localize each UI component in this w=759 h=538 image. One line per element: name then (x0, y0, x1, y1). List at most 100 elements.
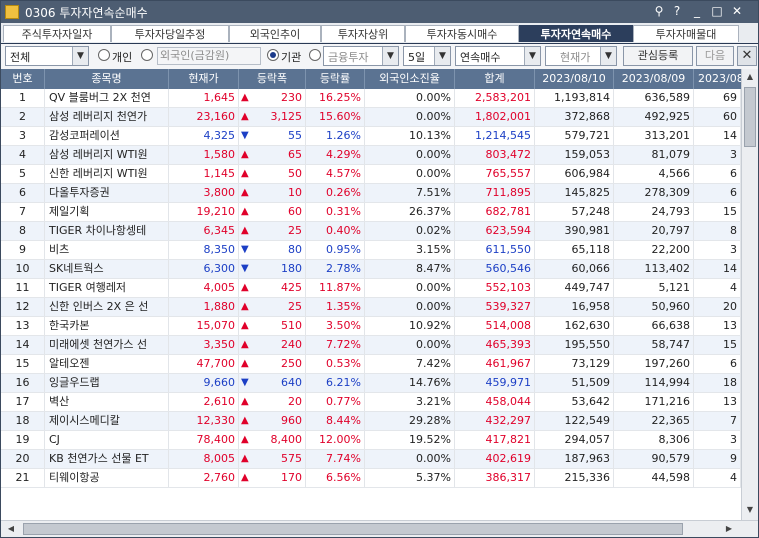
scroll-left-icon[interactable]: ◀ (3, 521, 19, 537)
table-row[interactable]: 1 QV 블룸버그 2X 천연 1,645 230 16.25% 0.00% 2,583,2… (1, 89, 741, 108)
cell-name[interactable]: 신한 인버스 2X 은 선 (45, 298, 169, 316)
radio-institution[interactable] (267, 49, 279, 61)
scroll-up-icon[interactable]: ▲ (742, 69, 758, 85)
table-row[interactable]: 14 미래에셋 천연가스 선 3,350 240 7.72% 0.00% 465,393 19… (1, 336, 741, 355)
table-row[interactable]: 6 다올투자증권 3,800 10 0.26% 7.51% 711,895 145,825 27… (1, 184, 741, 203)
table-row[interactable]: 10 SK네트웍스 6,300 180 2.78% 8.47% 560,546 60,066 1… (1, 260, 741, 279)
cell-name[interactable]: 다올투자증권 (45, 184, 169, 202)
vertical-scrollbar[interactable]: ▲ ▼ (741, 69, 758, 520)
tab-foreign-trend[interactable]: 외국인추이 (229, 25, 321, 42)
scroll-right-icon[interactable]: ▶ (721, 521, 737, 537)
col-header-price[interactable]: 현재가 (169, 69, 239, 89)
radio-institution-type[interactable] (309, 49, 321, 61)
cell-name[interactable]: 제일기획 (45, 203, 169, 221)
cell-name[interactable]: 벽산 (45, 393, 169, 411)
col-header-date-1[interactable]: 2023/08/10 (535, 69, 614, 89)
cell-name[interactable]: 미래에셋 천연가스 선 (45, 336, 169, 354)
col-header-date-2[interactable]: 2023/08/09 (614, 69, 694, 89)
cell-name[interactable]: 신한 레버리지 WTI원 (45, 165, 169, 183)
table-row[interactable]: 19 CJ 78,400 8,400 12.00% 19.52% 417,821 294,05… (1, 431, 741, 450)
cell-name[interactable]: KB 천연가스 선물 ET (45, 450, 169, 468)
table-row[interactable]: 8 TIGER 차이나항셍테 6,345 25 0.40% 0.02% 623,594 390… (1, 222, 741, 241)
cell-no: 17 (1, 393, 45, 411)
horizontal-scrollbar[interactable]: ◀ ▶ (1, 520, 758, 537)
tab-investor-simultaneous-buy[interactable]: 투자자동시매수 (405, 25, 519, 42)
watchlist-add-button[interactable]: 관심등록 (623, 46, 693, 66)
table-row[interactable]: 5 신한 레버리지 WTI원 1,145 50 4.57% 0.00% 765,557 606… (1, 165, 741, 184)
radio-foreign[interactable] (141, 49, 153, 61)
cell-name[interactable]: 한국카본 (45, 317, 169, 335)
col-header-rate[interactable]: 등락률 (306, 69, 365, 89)
close-icon[interactable]: ✕ (729, 3, 745, 20)
cell-name[interactable]: CJ (45, 431, 169, 449)
table-row[interactable]: 9 비츠 8,350 80 0.95% 3.15% 611,550 65,118 22,200 3… (1, 241, 741, 260)
table-row[interactable]: 18 제이시스메디칼 12,330 960 8.44% 29.28% 432,297 122,… (1, 412, 741, 431)
chevron-down-icon[interactable]: ▼ (382, 47, 398, 65)
scroll-down-icon[interactable]: ▼ (742, 502, 758, 518)
cell-name[interactable]: 삼성 레버리지 WTI원 (45, 146, 169, 164)
institution-type-select[interactable]: 금융투자 ▼ (323, 46, 399, 66)
col-header-total[interactable]: 합계 (455, 69, 535, 89)
sort-select[interactable]: 현재가 ▼ (545, 46, 617, 66)
cell-name[interactable]: 알테오젠 (45, 355, 169, 373)
cell-name[interactable]: 감성코퍼레이션 (45, 127, 169, 145)
radio-individual[interactable] (98, 49, 110, 61)
table-row[interactable]: 15 알테오젠 47,700 250 0.53% 7.42% 461,967 73,129 19… (1, 355, 741, 374)
tab-stock-investor-daily[interactable]: 주식투자자일자 (3, 25, 111, 42)
next-button[interactable]: 다음 (696, 46, 734, 66)
tab-investor-top[interactable]: 투자자상위 (321, 25, 405, 42)
table-row[interactable]: 11 TIGER 여행레저 4,005 425 11.87% 0.00% 552,103 44… (1, 279, 741, 298)
period-select[interactable]: 5일 ▼ (403, 46, 451, 66)
table-row[interactable]: 20 KB 천연가스 선물 ET 8,005 575 7.74% 0.00% 402,619… (1, 450, 741, 469)
up-arrow-icon: ▲ (241, 339, 249, 350)
cell-no: 12 (1, 298, 45, 316)
table-row[interactable]: 16 잉글우드랩 9,660 640 6.21% 14.76% 459,971 51,509 1… (1, 374, 741, 393)
col-header-no[interactable]: 번호 (1, 69, 45, 89)
cell-total: 461,967 (455, 355, 535, 373)
pin-icon[interactable]: ⚲ (651, 3, 667, 20)
col-header-change[interactable]: 등락폭 (239, 69, 306, 89)
minimize-icon[interactable]: _ (689, 3, 705, 20)
help-icon[interactable]: ? (669, 3, 685, 20)
cell-name[interactable]: TIGER 차이나항셍테 (45, 222, 169, 240)
col-header-date-3[interactable]: 2023/08 (694, 69, 741, 89)
table-row[interactable]: 2 삼성 레버리지 천연가 23,160 3,125 15.60% 0.00% 1,802,… (1, 108, 741, 127)
tab-investor-volume-profile[interactable]: 투자자매물대 (633, 25, 739, 42)
cell-d1: 145,825 (535, 184, 614, 202)
tab-investor-today-estimate[interactable]: 투자자당일추정 (111, 25, 229, 42)
cell-d1: 390,981 (535, 222, 614, 240)
cell-foreign: 14.76% (365, 374, 455, 392)
cell-name[interactable]: 비츠 (45, 241, 169, 259)
chevron-down-icon[interactable]: ▼ (524, 47, 540, 65)
chevron-down-icon[interactable]: ▼ (434, 47, 450, 65)
cell-name[interactable]: 삼성 레버리지 천연가 (45, 108, 169, 126)
mode-select[interactable]: 연속매수 ▼ (455, 46, 541, 66)
close-panel-icon[interactable]: ✕ (737, 46, 757, 66)
app-icon (5, 5, 19, 19)
col-header-foreign-ratio[interactable]: 외국인소진율 (365, 69, 455, 89)
restore-icon[interactable]: □ (709, 3, 725, 20)
tab-investor-consecutive-buy[interactable]: 투자자연속매수 (519, 25, 633, 42)
cell-name[interactable]: 제이시스메디칼 (45, 412, 169, 430)
chevron-down-icon[interactable]: ▼ (72, 47, 88, 65)
table-row[interactable]: 4 삼성 레버리지 WTI원 1,580 65 4.29% 0.00% 803,472 159… (1, 146, 741, 165)
market-select[interactable]: 전체 ▼ (5, 46, 89, 66)
table-row[interactable]: 17 벽산 2,610 20 0.77% 3.21% 458,044 53,642 171,21… (1, 393, 741, 412)
cell-change: 10 (253, 184, 306, 202)
table-row[interactable]: 3 감성코퍼레이션 4,325 55 1.26% 10.13% 1,214,545 579,7… (1, 127, 741, 146)
cell-name[interactable]: SK네트웍스 (45, 260, 169, 278)
table-row[interactable]: 7 제일기획 19,210 60 0.31% 26.37% 682,781 57,248 24,… (1, 203, 741, 222)
vertical-scroll-thumb[interactable] (744, 87, 756, 147)
cell-name[interactable]: QV 블룸버그 2X 천연 (45, 89, 169, 107)
table-row[interactable]: 13 한국카본 15,070 510 3.50% 10.92% 514,008 162,630… (1, 317, 741, 336)
table-row[interactable]: 21 티웨이항공 2,760 170 6.56% 5.37% 386,317 215,336 4… (1, 469, 741, 488)
cell-name[interactable]: 티웨이항공 (45, 469, 169, 487)
cell-foreign: 26.37% (365, 203, 455, 221)
cell-d3: 8 (694, 222, 741, 240)
col-header-name[interactable]: 종목명 (45, 69, 169, 89)
horizontal-scroll-thumb[interactable] (23, 523, 683, 535)
table-row[interactable]: 12 신한 인버스 2X 은 선 1,880 25 1.35% 0.00% 539,327 1… (1, 298, 741, 317)
cell-name[interactable]: 잉글우드랩 (45, 374, 169, 392)
cell-name[interactable]: TIGER 여행레저 (45, 279, 169, 297)
chevron-down-icon[interactable]: ▼ (600, 47, 616, 65)
